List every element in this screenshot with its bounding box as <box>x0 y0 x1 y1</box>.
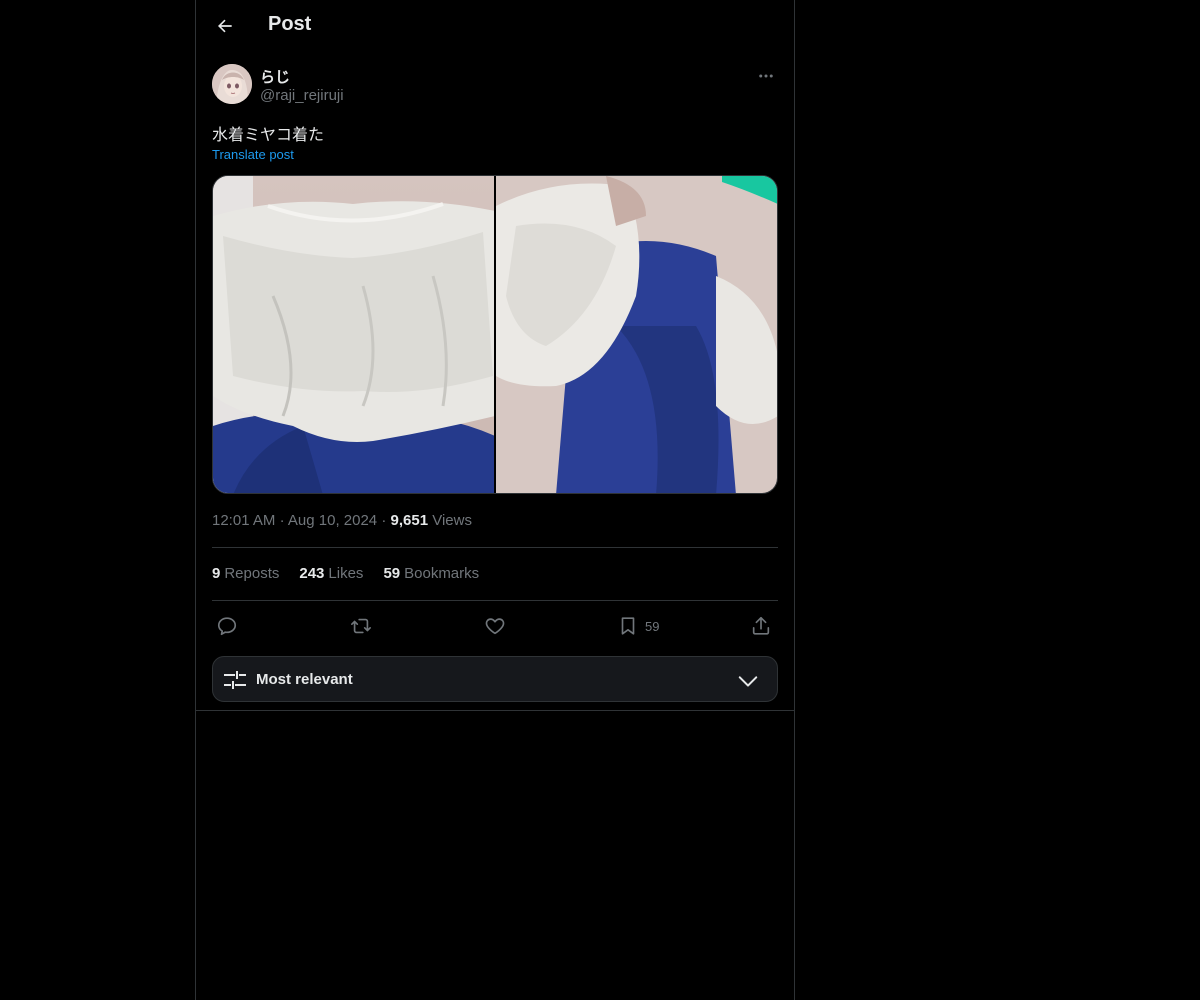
chevron-down-icon <box>737 670 759 697</box>
engagement-stats: 9 Reposts 243 Likes 59 Bookmarks <box>212 565 479 582</box>
bookmark-button[interactable]: 59 <box>617 612 659 640</box>
more-horizontal-icon <box>759 74 773 78</box>
more-options-button[interactable] <box>754 64 778 88</box>
post-date[interactable]: Aug 10, 2024 <box>288 512 377 529</box>
reply-button[interactable] <box>216 612 238 640</box>
meta-separator: · <box>381 512 391 529</box>
bookmark-icon <box>621 617 635 635</box>
avatar[interactable] <box>212 64 252 104</box>
bookmarks-stat[interactable]: 59 Bookmarks <box>383 565 479 582</box>
post-meta: 12:01 AM · Aug 10, 2024 · 9,651 Views <box>212 512 472 529</box>
post-actions: 59 <box>212 612 778 640</box>
author-display-name[interactable]: らじ <box>260 66 290 87</box>
bookmark-action-count: 59 <box>645 618 660 634</box>
author-handle[interactable]: @raji_rejiruji <box>260 87 344 104</box>
repost-icon <box>351 618 371 634</box>
likes-label: Likes <box>328 565 364 582</box>
reposts-label: Reposts <box>224 565 280 582</box>
divider <box>212 600 778 601</box>
divider <box>212 547 778 548</box>
page-header: Post <box>196 0 794 53</box>
likes-stat[interactable]: 243 Likes <box>299 565 363 582</box>
arrow-left-icon <box>218 19 232 33</box>
translate-post-link[interactable]: Translate post <box>212 147 294 162</box>
share-icon <box>752 616 770 635</box>
reposts-stat[interactable]: 9 Reposts <box>212 565 279 582</box>
divider <box>196 710 794 711</box>
share-button[interactable] <box>750 612 772 640</box>
post-time[interactable]: 12:01 AM <box>212 512 275 529</box>
sort-label: Most relevant <box>256 671 353 688</box>
views-count: 9,651 <box>390 512 429 529</box>
heart-icon <box>485 618 505 635</box>
reply-sort-dropdown[interactable]: Most relevant <box>212 656 778 702</box>
page-title: Post <box>268 13 312 35</box>
repost-button[interactable] <box>349 612 373 640</box>
views-label: Views <box>432 512 472 529</box>
post-media <box>212 175 778 494</box>
like-button[interactable] <box>484 612 506 640</box>
media-image-2[interactable] <box>496 176 777 493</box>
reposts-count: 9 <box>212 565 221 582</box>
reply-icon <box>217 617 237 636</box>
bookmarks-label: Bookmarks <box>404 565 480 582</box>
meta-separator: · <box>279 512 288 529</box>
back-button[interactable] <box>208 9 242 43</box>
main-column: Post らじ @raji_rejiruji 水着ミヤコ着た Translate… <box>195 0 795 1000</box>
post-author: らじ @raji_rejiruji <box>212 64 778 106</box>
bookmarks-count: 59 <box>383 565 401 582</box>
sliders-icon <box>223 668 247 697</box>
post-text: 水着ミヤコ着た <box>212 125 325 144</box>
likes-count: 243 <box>299 565 325 582</box>
media-image-1[interactable] <box>213 176 494 493</box>
